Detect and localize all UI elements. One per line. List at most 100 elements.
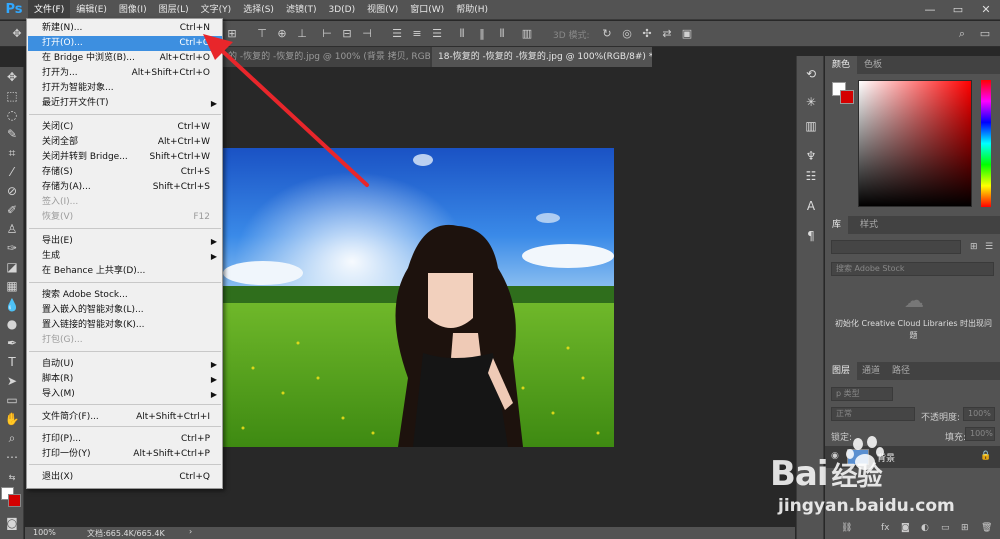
file-menu-item[interactable]: 关闭全部 Alt+Ctrl+W	[28, 135, 222, 150]
hand-tool-icon[interactable]: ✋	[3, 411, 21, 428]
3d-rotate-icon[interactable]: ↻	[600, 27, 614, 41]
tab-color[interactable]: 颜色	[825, 56, 858, 74]
quick-select-tool-icon[interactable]: ✎	[3, 126, 21, 143]
minimize-button[interactable]: —	[916, 0, 944, 20]
tab-styles[interactable]: 样式	[853, 216, 885, 234]
distribute-center-icon[interactable]: ‖	[475, 27, 489, 41]
distribute-right-icon[interactable]: ⦀	[495, 27, 509, 41]
brush-presets-icon[interactable]: ☷	[803, 168, 819, 184]
menu-item[interactable]: 帮助(H)	[450, 0, 494, 20]
fill-input[interactable]: 100%	[965, 427, 995, 441]
file-menu-item[interactable]: 存储(S) Ctrl+S	[28, 165, 222, 180]
file-menu-item[interactable]: 生成 ▶	[28, 249, 222, 264]
menu-item[interactable]: 文件(F)	[28, 0, 71, 20]
distribute-top-icon[interactable]: ☰	[390, 27, 404, 41]
paragraph-icon[interactable]: ¶	[803, 228, 819, 244]
file-menu-item[interactable]: 打开为... Alt+Shift+Ctrl+O	[28, 66, 222, 81]
file-menu-item[interactable]: 存储为(A)... Shift+Ctrl+S	[28, 180, 222, 195]
file-menu-item[interactable]: 导入(M) ▶	[28, 387, 222, 402]
menu-item[interactable]: 编辑(E)	[70, 0, 113, 20]
file-menu-item[interactable]: 在 Bridge 中浏览(B)... Alt+Ctrl+O	[28, 51, 222, 66]
pen-tool-icon[interactable]: ✒	[3, 335, 21, 352]
menu-item[interactable]: 文字(Y)	[195, 0, 238, 20]
file-menu-item[interactable]: 打印(P)... Ctrl+P	[28, 432, 222, 447]
brush-tool-icon[interactable]: ✐	[3, 202, 21, 219]
tab-channels[interactable]: 通道	[855, 362, 887, 380]
library-search-input[interactable]: 搜索 Adobe Stock	[831, 262, 994, 276]
blend-mode-select[interactable]: 正常	[831, 407, 915, 421]
file-menu-item[interactable]: 脚本(R) ▶	[28, 372, 222, 387]
move-tool-icon[interactable]: ✥	[3, 69, 21, 86]
color-panel-background[interactable]	[840, 90, 854, 104]
menu-item[interactable]: 视图(V)	[361, 0, 404, 20]
dodge-tool-icon[interactable]: ●	[3, 316, 21, 333]
list-view-icon[interactable]: ☰	[985, 242, 993, 252]
shape-tool-icon[interactable]: ▭	[3, 392, 21, 409]
eraser-tool-icon[interactable]: ◪	[3, 259, 21, 276]
stamp-tool-icon[interactable]: ♙	[3, 221, 21, 238]
library-select[interactable]	[831, 240, 961, 254]
close-button[interactable]: ✕	[972, 0, 1000, 20]
color-picker-field[interactable]	[858, 80, 972, 207]
file-menu-item[interactable]: 关闭并转到 Bridge... Shift+Ctrl+W	[28, 150, 222, 165]
properties-icon[interactable]: ✳	[803, 94, 819, 110]
lasso-tool-icon[interactable]: ◌	[3, 107, 21, 124]
status-menu-arrow[interactable]: ›	[189, 527, 192, 536]
opacity-input[interactable]: 100%	[963, 407, 995, 421]
path-select-tool-icon[interactable]: ➤	[3, 373, 21, 390]
quick-mask-icon[interactable]: ◙	[3, 515, 21, 532]
3d-roll-icon[interactable]: ◎	[620, 27, 634, 41]
swap-colors-icon[interactable]: ⇆	[3, 469, 21, 486]
file-menu-item[interactable]: 自动(U) ▶	[28, 357, 222, 372]
search-icon[interactable]: ⌕	[955, 27, 969, 41]
3d-drag-icon[interactable]: ✣	[640, 27, 654, 41]
menu-item[interactable]: 窗口(W)	[404, 0, 450, 20]
background-color-swatch[interactable]	[8, 494, 21, 507]
tab-paths[interactable]: 路径	[885, 362, 917, 380]
menu-item[interactable]: 滤镜(T)	[280, 0, 323, 20]
history-brush-tool-icon[interactable]: ✑	[3, 240, 21, 257]
grid-view-icon[interactable]: ⊞	[970, 242, 978, 252]
brush-settings-icon[interactable]: ♆	[803, 148, 819, 164]
tab-swatches[interactable]: 色板	[857, 56, 889, 74]
file-menu-item[interactable]: 在 Behance 上共享(D)...	[28, 264, 222, 279]
distribute-left-icon[interactable]: ⦀	[455, 27, 469, 41]
character-icon[interactable]: A	[803, 198, 819, 214]
workspace-icon[interactable]: ▭	[978, 27, 992, 41]
healing-tool-icon[interactable]: ⊘	[3, 183, 21, 200]
distribute-bottom-icon[interactable]: ☰	[430, 27, 444, 41]
auto-align-icon[interactable]: ▥	[520, 27, 534, 41]
layer-kind-filter[interactable]: p 类型	[831, 387, 893, 401]
3d-scale-icon[interactable]: ▣	[680, 27, 694, 41]
file-menu-item[interactable]: 打开为智能对象...	[28, 81, 222, 96]
file-menu-item[interactable]: 置入嵌入的智能对象(L)...	[28, 303, 222, 318]
distribute-middle-icon[interactable]: ≡	[410, 27, 424, 41]
maximize-button[interactable]: ▭	[944, 0, 972, 20]
file-menu-item[interactable]: 置入链接的智能对象(K)...	[28, 318, 222, 333]
zoom-level[interactable]: 100%	[33, 528, 56, 537]
file-menu-item[interactable]: 最近打开文件(T) ▶	[28, 96, 222, 111]
file-menu-item[interactable]: 打印一份(Y) Alt+Shift+Ctrl+P	[28, 447, 222, 462]
menu-item[interactable]: 选择(S)	[237, 0, 280, 20]
move-tool-icon[interactable]: ✥	[10, 27, 24, 41]
zoom-tool-icon[interactable]: ⌕	[3, 430, 21, 447]
document-image[interactable]	[223, 148, 614, 447]
menu-item[interactable]: 图像(I)	[113, 0, 153, 20]
tab-layers[interactable]: 图层	[825, 362, 858, 380]
file-menu-item[interactable]: 导出(E) ▶	[28, 234, 222, 249]
crop-tool-icon[interactable]: ⌗	[3, 145, 21, 162]
3d-slide-icon[interactable]: ⇄	[660, 27, 674, 41]
more-tools-icon[interactable]: ⋯	[3, 449, 21, 466]
menu-item[interactable]: 3D(D)	[322, 0, 361, 20]
file-menu-item[interactable]: 关闭(C) Ctrl+W	[28, 120, 222, 135]
type-tool-icon[interactable]: T	[3, 354, 21, 371]
history-icon[interactable]: ⟲	[803, 66, 819, 82]
file-menu-item[interactable]: 打开(O)... Ctrl+O	[28, 36, 222, 51]
gradient-tool-icon[interactable]: ▦	[3, 278, 21, 295]
file-menu-item[interactable]: 退出(X) Ctrl+Q	[28, 470, 222, 485]
file-menu-item[interactable]: 文件简介(F)... Alt+Shift+Ctrl+I	[28, 410, 222, 425]
eyedropper-tool-icon[interactable]: ⁄	[3, 164, 21, 181]
tab-document-2[interactable]: 18-恢复的 -恢复的 -恢复的.jpg @ 100%(RGB/8#) *	[432, 47, 652, 67]
marquee-tool-icon[interactable]: ⬚	[3, 88, 21, 105]
hue-slider[interactable]	[981, 80, 991, 207]
